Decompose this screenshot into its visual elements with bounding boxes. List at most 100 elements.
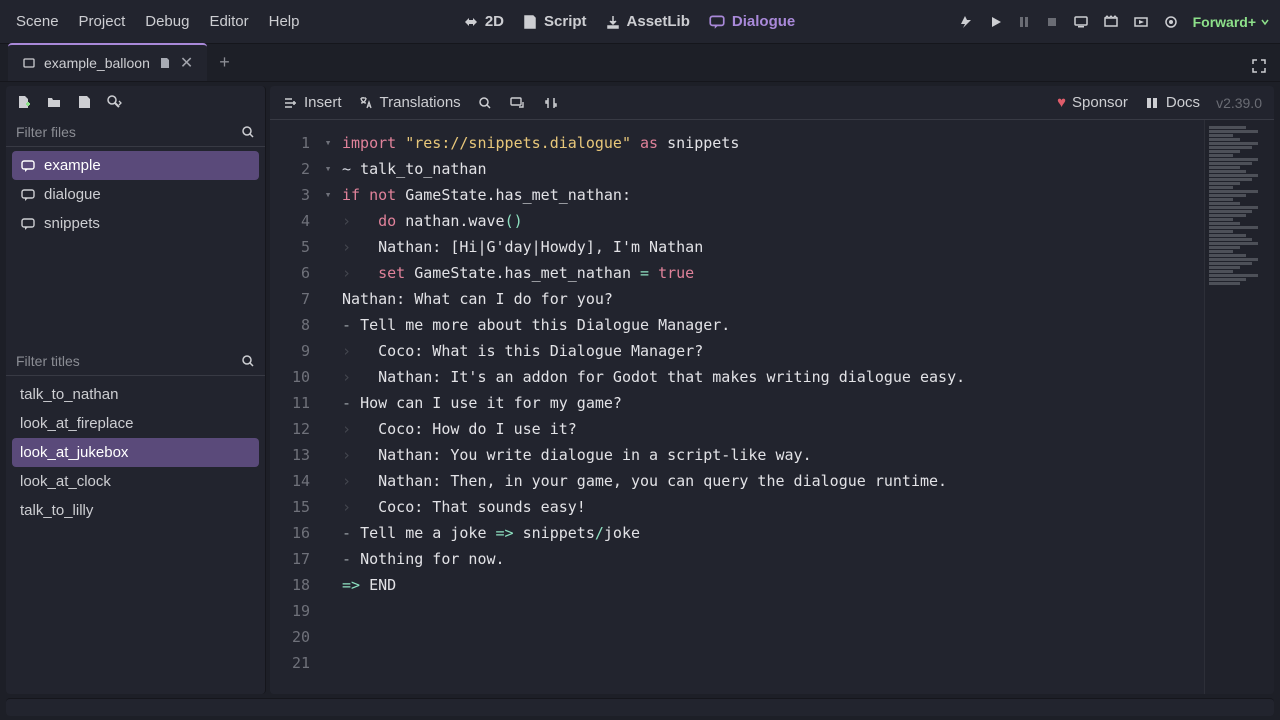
code-line: › Nathan: [Hi|G'day|Howdy], I'm Nathan: [342, 234, 1204, 260]
settings-icon[interactable]: [543, 95, 559, 111]
fold-toggle[interactable]: ▾: [318, 182, 338, 208]
code-line: if not GameState.has_met_nathan:: [342, 182, 1204, 208]
file-name: dialogue: [44, 186, 101, 203]
file-name: example: [44, 157, 101, 174]
code-line: › Coco: How do I use it?: [342, 416, 1204, 442]
title-item[interactable]: talk_to_lilly: [12, 496, 259, 525]
workspace-dialogue[interactable]: Dialogue: [708, 13, 795, 31]
play-icon[interactable]: [989, 15, 1003, 29]
code-line: - Tell me a joke => snippets/joke: [342, 520, 1204, 546]
code-line: => END: [342, 572, 1204, 598]
workspace-script-label: Script: [544, 13, 587, 30]
code-line: › Coco: What is this Dialogue Manager?: [342, 338, 1204, 364]
find-in-files-icon[interactable]: [106, 94, 122, 110]
close-tab-icon[interactable]: ✕: [180, 53, 193, 73]
title-item[interactable]: look_at_jukebox: [12, 438, 259, 467]
filter-files-input[interactable]: [16, 124, 241, 140]
dialogue-file-icon: [20, 187, 36, 203]
editor-toolbar: Insert Translations ♥ Sponsor Docs v2.39…: [270, 86, 1274, 120]
code-line: ~ talk_to_nathan: [342, 156, 1204, 182]
code-line: - Tell me more about this Dialogue Manag…: [342, 312, 1204, 338]
code-line: › Nathan: It's an addon for Godot that m…: [342, 364, 1204, 390]
code-line: - How can I use it for my game?: [342, 390, 1204, 416]
code-line: › do nathan.wave(): [342, 208, 1204, 234]
file-list: example dialogue snippets: [6, 147, 265, 347]
menu-project[interactable]: Project: [79, 13, 126, 30]
fold-toggle[interactable]: ▾: [318, 156, 338, 182]
2d-icon: [463, 14, 479, 30]
renderer-label: Forward+: [1193, 14, 1256, 30]
build-icon[interactable]: [959, 14, 975, 30]
workspace-2d-label: 2D: [485, 13, 504, 30]
file-item[interactable]: dialogue: [12, 180, 259, 209]
docs-button[interactable]: Docs: [1144, 94, 1200, 111]
sidebar-toolbar: [6, 86, 265, 118]
menu-debug[interactable]: Debug: [145, 13, 189, 30]
playback-controls: Forward+: [959, 14, 1270, 30]
bottom-panel[interactable]: [6, 698, 1274, 716]
top-menu-bar: Scene Project Debug Editor Help 2D Scrip…: [0, 0, 1280, 44]
insert-label: Insert: [304, 94, 342, 111]
search-icon[interactable]: [241, 125, 255, 139]
translations-button[interactable]: Translations: [358, 94, 461, 111]
movie-icon[interactable]: [1103, 14, 1119, 30]
workspace-script[interactable]: Script: [522, 13, 587, 30]
remote-icon[interactable]: [1073, 14, 1089, 30]
insert-button[interactable]: Insert: [282, 94, 342, 111]
line-gutter: 123456789101112131415161718192021: [270, 120, 318, 694]
file-item[interactable]: snippets: [12, 209, 259, 238]
save-icon[interactable]: [76, 94, 92, 110]
workspace-assetlib-label: AssetLib: [627, 13, 690, 30]
filter-titles-input[interactable]: [16, 353, 241, 369]
new-file-icon[interactable]: [16, 94, 32, 110]
code-line: Nathan: What can I do for you?: [342, 286, 1204, 312]
menu-editor[interactable]: Editor: [209, 13, 248, 30]
dialogue-file-icon: [20, 216, 36, 232]
file-tab[interactable]: example_balloon ✕: [8, 43, 207, 81]
open-folder-icon[interactable]: [46, 94, 62, 110]
menu-scene[interactable]: Scene: [16, 13, 59, 30]
fold-toggle[interactable]: ▾: [318, 130, 338, 156]
main-area: exampledialoguesnippets talk_to_nathanlo…: [0, 82, 1280, 698]
stop-icon[interactable]: [1045, 15, 1059, 29]
title-item[interactable]: look_at_clock: [12, 467, 259, 496]
fold-column: ▾▾▾: [318, 120, 338, 694]
add-tab-button[interactable]: +: [209, 44, 240, 81]
renderer-dropdown[interactable]: Forward+: [1193, 14, 1270, 30]
code-line: › Nathan: You write dialogue in a script…: [342, 442, 1204, 468]
test-dialogue-icon[interactable]: [509, 95, 527, 111]
dialogue-file-icon: [20, 158, 36, 174]
search-icon[interactable]: [241, 354, 255, 368]
camera-icon[interactable]: [1163, 14, 1179, 30]
code-line: › Nathan: Then, in your game, you can qu…: [342, 468, 1204, 494]
editor-area: Insert Translations ♥ Sponsor Docs v2.39…: [270, 86, 1274, 694]
title-list: talk_to_nathanlook_at_fireplacelook_at_j…: [6, 376, 265, 694]
search-in-file-icon[interactable]: [477, 95, 493, 111]
version-label: v2.39.0: [1216, 95, 1262, 111]
title-item[interactable]: look_at_fireplace: [12, 409, 259, 438]
code-line: › Coco: That sounds easy!: [342, 494, 1204, 520]
play-scene-icon[interactable]: [1133, 14, 1149, 30]
workspace-assetlib[interactable]: AssetLib: [605, 13, 690, 30]
menu-help[interactable]: Help: [269, 13, 300, 30]
scene-icon: [22, 56, 36, 70]
title-item[interactable]: talk_to_nathan: [12, 380, 259, 409]
tab-bar: example_balloon ✕ +: [0, 44, 1280, 82]
code-editor[interactable]: import "res://snippets.dialogue" as snip…: [338, 120, 1204, 694]
sidebar: exampledialoguesnippets talk_to_nathanlo…: [6, 86, 266, 694]
download-icon: [605, 14, 621, 30]
filter-titles-row: [6, 347, 265, 376]
heart-icon: ♥: [1057, 94, 1066, 111]
sponsor-button[interactable]: ♥ Sponsor: [1057, 94, 1128, 111]
code-line: import "res://snippets.dialogue" as snip…: [342, 130, 1204, 156]
workspace-dialogue-label: Dialogue: [732, 13, 795, 30]
minimap[interactable]: [1204, 120, 1274, 694]
expand-icon[interactable]: [1250, 57, 1268, 75]
script-icon: [522, 14, 538, 30]
file-item[interactable]: example: [12, 151, 259, 180]
script-badge-icon: [158, 56, 172, 70]
pause-icon[interactable]: [1017, 15, 1031, 29]
code-container: 123456789101112131415161718192021 ▾▾▾ im…: [270, 120, 1274, 694]
file-name: snippets: [44, 215, 100, 232]
workspace-2d[interactable]: 2D: [463, 13, 504, 30]
